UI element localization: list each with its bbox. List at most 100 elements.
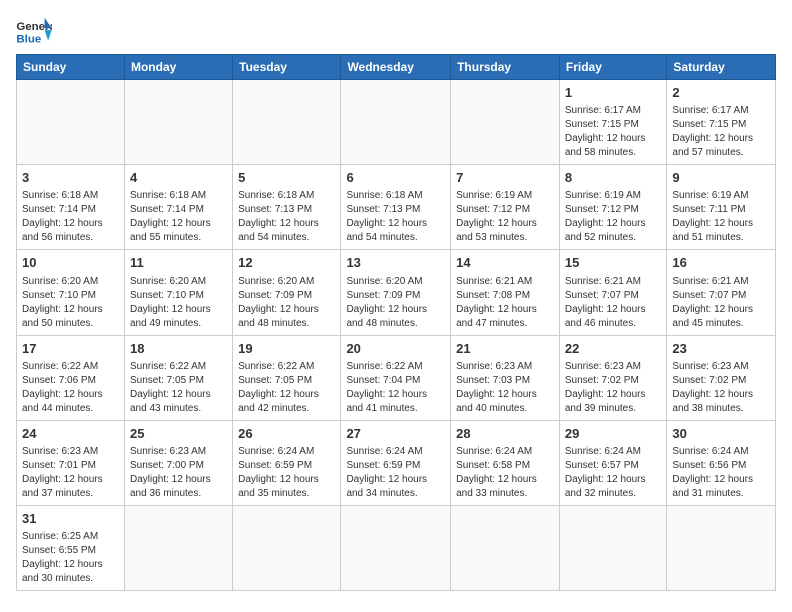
day-number: 11: [130, 254, 227, 272]
day-number: 8: [565, 169, 662, 187]
day-cell: 2Sunrise: 6:17 AM Sunset: 7:15 PM Daylig…: [667, 80, 776, 165]
day-cell: 5 Sunrise: 6:18 AM Sunset: 7:13 PM Daylig…: [233, 165, 341, 250]
day-info: Sunrise: 6:23 AM Sunset: 7:01 PM Dayligh…: [22, 445, 119, 501]
day-number: 14: [456, 254, 554, 272]
week-row-5: 24 Sunrise: 6:23 AM Sunset: 7:01 PM Dayli…: [17, 420, 776, 505]
day-number: 28: [456, 425, 554, 443]
day-cell: [451, 505, 560, 590]
day-number: 24: [22, 425, 119, 443]
day-info: Sunrise: 6:21 AM Sunset: 7:08 PM Dayligh…: [456, 275, 554, 331]
day-info: Sunrise: 6:22 AM Sunset: 7:05 PM Dayligh…: [130, 360, 227, 416]
day-cell: 4Sunrise: 6:18 AM Sunset: 7:14 PM Daylig…: [124, 165, 232, 250]
day-header-saturday: Saturday: [667, 55, 776, 80]
day-cell: [233, 505, 341, 590]
day-cell: 3Sunrise: 6:18 AM Sunset: 7:14 PM Daylig…: [17, 165, 125, 250]
day-cell: 8 Sunrise: 6:19 AM Sunset: 7:12 PM Daylig…: [559, 165, 667, 250]
day-info: Sunrise: 6:22 AM Sunset: 7:04 PM Dayligh…: [346, 360, 445, 416]
day-cell: [451, 80, 560, 165]
day-cell: [17, 80, 125, 165]
day-header-monday: Monday: [124, 55, 232, 80]
week-row-2: 3Sunrise: 6:18 AM Sunset: 7:14 PM Daylig…: [17, 165, 776, 250]
day-number: 23: [672, 340, 770, 358]
day-cell: [341, 80, 451, 165]
day-cell: 28 Sunrise: 6:24 AM Sunset: 6:58 PM Dayli…: [451, 420, 560, 505]
day-number: 5: [238, 169, 335, 187]
day-info: Sunrise: 6:19 AM Sunset: 7:11 PM Dayligh…: [672, 189, 770, 245]
day-cell: 27 Sunrise: 6:24 AM Sunset: 6:59 PM Dayli…: [341, 420, 451, 505]
day-info: Sunrise: 6:18 AM Sunset: 7:13 PM Dayligh…: [238, 189, 335, 245]
day-info: Sunrise: 6:21 AM Sunset: 7:07 PM Dayligh…: [672, 275, 770, 331]
day-cell: 30 Sunrise: 6:24 AM Sunset: 6:56 PM Dayli…: [667, 420, 776, 505]
day-cell: 18Sunrise: 6:22 AM Sunset: 7:05 PM Dayli…: [124, 335, 232, 420]
day-info: Sunrise: 6:17 AM Sunset: 7:15 PM Dayligh…: [565, 104, 662, 160]
week-row-1: 1 Sunrise: 6:17 AM Sunset: 7:15 PM Daylig…: [17, 80, 776, 165]
day-info: Sunrise: 6:24 AM Sunset: 6:59 PM Dayligh…: [238, 445, 335, 501]
day-cell: 19Sunrise: 6:22 AM Sunset: 7:05 PM Dayli…: [233, 335, 341, 420]
day-number: 3: [22, 169, 119, 187]
day-info: Sunrise: 6:24 AM Sunset: 6:57 PM Dayligh…: [565, 445, 662, 501]
day-number: 27: [346, 425, 445, 443]
day-info: Sunrise: 6:23 AM Sunset: 7:02 PM Dayligh…: [565, 360, 662, 416]
week-row-4: 17Sunrise: 6:22 AM Sunset: 7:06 PM Dayli…: [17, 335, 776, 420]
day-number: 15: [565, 254, 662, 272]
day-number: 25: [130, 425, 227, 443]
calendar-header: SundayMondayTuesdayWednesdayThursdayFrid…: [17, 55, 776, 80]
day-number: 20: [346, 340, 445, 358]
calendar-body: 1 Sunrise: 6:17 AM Sunset: 7:15 PM Daylig…: [17, 80, 776, 591]
calendar-table: SundayMondayTuesdayWednesdayThursdayFrid…: [16, 54, 776, 591]
day-header-sunday: Sunday: [17, 55, 125, 80]
day-info: Sunrise: 6:17 AM Sunset: 7:15 PM Dayligh…: [672, 104, 770, 160]
day-number: 12: [238, 254, 335, 272]
day-cell: 12Sunrise: 6:20 AM Sunset: 7:09 PM Dayli…: [233, 250, 341, 335]
day-header-wednesday: Wednesday: [341, 55, 451, 80]
day-cell: 22 Sunrise: 6:23 AM Sunset: 7:02 PM Dayli…: [559, 335, 667, 420]
day-number: 19: [238, 340, 335, 358]
day-info: Sunrise: 6:24 AM Sunset: 6:58 PM Dayligh…: [456, 445, 554, 501]
day-number: 13: [346, 254, 445, 272]
day-cell: 23 Sunrise: 6:23 AM Sunset: 7:02 PM Dayli…: [667, 335, 776, 420]
day-number: 29: [565, 425, 662, 443]
day-cell: 10Sunrise: 6:20 AM Sunset: 7:10 PM Dayli…: [17, 250, 125, 335]
day-info: Sunrise: 6:19 AM Sunset: 7:12 PM Dayligh…: [565, 189, 662, 245]
day-info: Sunrise: 6:24 AM Sunset: 6:59 PM Dayligh…: [346, 445, 445, 501]
day-info: Sunrise: 6:23 AM Sunset: 7:03 PM Dayligh…: [456, 360, 554, 416]
week-row-3: 10 Sunrise: 6:20 AM Sunset: 7:10 PM Dayli…: [17, 250, 776, 335]
day-info: Sunrise: 6:18 AM Sunset: 7:13 PM Dayligh…: [346, 189, 445, 245]
day-cell: [124, 505, 232, 590]
day-cell: 6 Sunrise: 6:18 AM Sunset: 7:13 PM Daylig…: [341, 165, 451, 250]
day-cell: 17Sunrise: 6:22 AM Sunset: 7:06 PM Dayli…: [17, 335, 125, 420]
day-header-friday: Friday: [559, 55, 667, 80]
day-number: 7: [456, 169, 554, 187]
logo-image: General Blue: [16, 16, 52, 46]
day-info: Sunrise: 6:25 AM Sunset: 6:55 PM Dayligh…: [22, 530, 119, 586]
day-info: Sunrise: 6:23 AM Sunset: 7:00 PM Dayligh…: [130, 445, 227, 501]
day-number: 26: [238, 425, 335, 443]
day-cell: 25 Sunrise: 6:23 AM Sunset: 7:00 PM Dayli…: [124, 420, 232, 505]
day-number: 10: [22, 254, 119, 272]
day-number: 17: [22, 340, 119, 358]
logo: General Blue: [16, 16, 52, 46]
day-info: Sunrise: 6:24 AM Sunset: 6:56 PM Dayligh…: [672, 445, 770, 501]
day-cell: [667, 505, 776, 590]
day-number: 30: [672, 425, 770, 443]
week-row-6: 31 Sunrise: 6:25 AM Sunset: 6:55 PM Dayli…: [17, 505, 776, 590]
day-cell: 16Sunrise: 6:21 AM Sunset: 7:07 PM Dayli…: [667, 250, 776, 335]
day-number: 31: [22, 510, 119, 528]
day-cell: [341, 505, 451, 590]
day-cell: 9 Sunrise: 6:19 AM Sunset: 7:11 PM Daylig…: [667, 165, 776, 250]
day-info: Sunrise: 6:20 AM Sunset: 7:09 PM Dayligh…: [346, 275, 445, 331]
day-number: 1: [565, 84, 662, 102]
day-info: Sunrise: 6:19 AM Sunset: 7:12 PM Dayligh…: [456, 189, 554, 245]
day-cell: 24 Sunrise: 6:23 AM Sunset: 7:01 PM Dayli…: [17, 420, 125, 505]
day-number: 22: [565, 340, 662, 358]
day-cell: 13 Sunrise: 6:20 AM Sunset: 7:09 PM Dayli…: [341, 250, 451, 335]
day-info: Sunrise: 6:20 AM Sunset: 7:10 PM Dayligh…: [130, 275, 227, 331]
day-number: 9: [672, 169, 770, 187]
day-cell: 21Sunrise: 6:23 AM Sunset: 7:03 PM Dayli…: [451, 335, 560, 420]
header: General Blue: [16, 16, 776, 46]
day-cell: [124, 80, 232, 165]
day-cell: 29 Sunrise: 6:24 AM Sunset: 6:57 PM Dayli…: [559, 420, 667, 505]
day-number: 6: [346, 169, 445, 187]
day-info: Sunrise: 6:23 AM Sunset: 7:02 PM Dayligh…: [672, 360, 770, 416]
day-cell: 11 Sunrise: 6:20 AM Sunset: 7:10 PM Dayli…: [124, 250, 232, 335]
